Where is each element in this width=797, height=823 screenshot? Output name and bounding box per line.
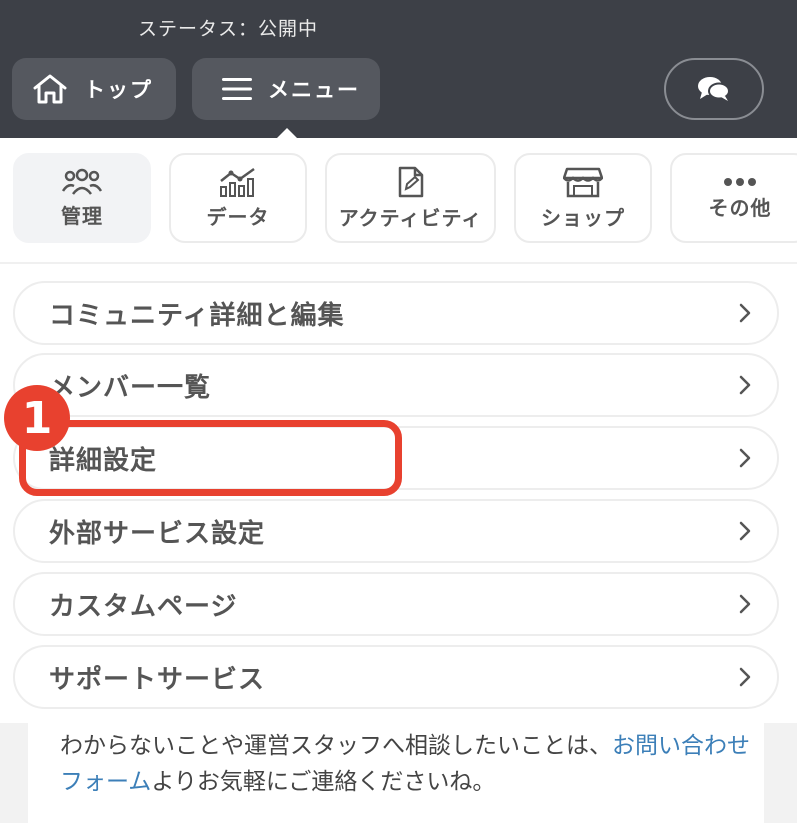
tab-activity[interactable]: アクティビティ bbox=[325, 153, 496, 243]
menu-item-external-services[interactable]: 外部サービス設定 bbox=[13, 499, 779, 563]
chevron-right-icon bbox=[739, 375, 751, 395]
tab-bar: 管理 データ アクティビティ ショップ その他 bbox=[0, 138, 797, 262]
chevron-right-icon bbox=[739, 521, 751, 541]
chevron-right-icon bbox=[739, 594, 751, 614]
tab-label: データ bbox=[206, 204, 270, 229]
menu-item-member-list[interactable]: メンバー一覧 bbox=[13, 353, 779, 417]
tab-label: アクティビティ bbox=[338, 205, 483, 230]
hamburger-icon bbox=[222, 78, 252, 100]
chevron-right-icon bbox=[739, 303, 751, 323]
tab-data[interactable]: データ bbox=[169, 153, 307, 243]
chevron-right-icon bbox=[739, 667, 751, 687]
chart-icon bbox=[220, 167, 255, 197]
document-edit-icon bbox=[398, 166, 423, 197]
menu-item-label: サポートサービス bbox=[49, 664, 266, 695]
store-icon bbox=[563, 167, 603, 197]
menu-item-custom-page[interactable]: カスタムページ bbox=[13, 572, 779, 636]
chat-bubble-icon bbox=[698, 77, 730, 101]
info-text-after: よりお気軽にご連絡くださいね。 bbox=[151, 769, 496, 795]
menu-item-support-service[interactable]: サポートサービス bbox=[13, 645, 779, 709]
menu-button[interactable]: メニュー bbox=[192, 58, 380, 120]
home-icon bbox=[33, 74, 67, 104]
chevron-right-icon bbox=[739, 448, 751, 468]
tab-label: 管理 bbox=[61, 203, 103, 228]
menu-item-label: コミュニティ詳細と編集 bbox=[49, 300, 345, 331]
app-header: ステータス：公開中 トップ メニュー bbox=[0, 0, 797, 138]
people-icon bbox=[62, 168, 102, 195]
status-text: ステータス：公開中 bbox=[138, 18, 319, 40]
menu-item-label: 外部サービス設定 bbox=[49, 518, 266, 549]
info-text: わからないことや運営スタッフへ相談したいことは、お問い合わせフォームよりお気軽に… bbox=[60, 728, 750, 800]
menu-button-label: メニュー bbox=[268, 78, 360, 102]
tab-label: その他 bbox=[708, 195, 772, 220]
menu-item-label: カスタムページ bbox=[49, 591, 238, 622]
step-badge: 1 bbox=[4, 385, 70, 451]
divider bbox=[0, 262, 797, 264]
highlight-box bbox=[19, 420, 402, 496]
more-icon bbox=[724, 177, 756, 186]
top-button-label: トップ bbox=[84, 78, 153, 102]
menu-item-label: メンバー一覧 bbox=[49, 372, 212, 403]
tab-manage[interactable]: 管理 bbox=[13, 153, 151, 243]
tab-label: ショップ bbox=[541, 205, 625, 230]
info-text-before: わからないことや運営スタッフへ相談したいことは、 bbox=[60, 733, 612, 759]
menu-item-community-details[interactable]: コミュニティ詳細と編集 bbox=[13, 281, 779, 345]
top-button[interactable]: トップ bbox=[12, 58, 176, 120]
chat-button[interactable] bbox=[664, 58, 764, 120]
tab-shop[interactable]: ショップ bbox=[514, 153, 652, 243]
tab-more[interactable]: その他 bbox=[670, 153, 797, 243]
